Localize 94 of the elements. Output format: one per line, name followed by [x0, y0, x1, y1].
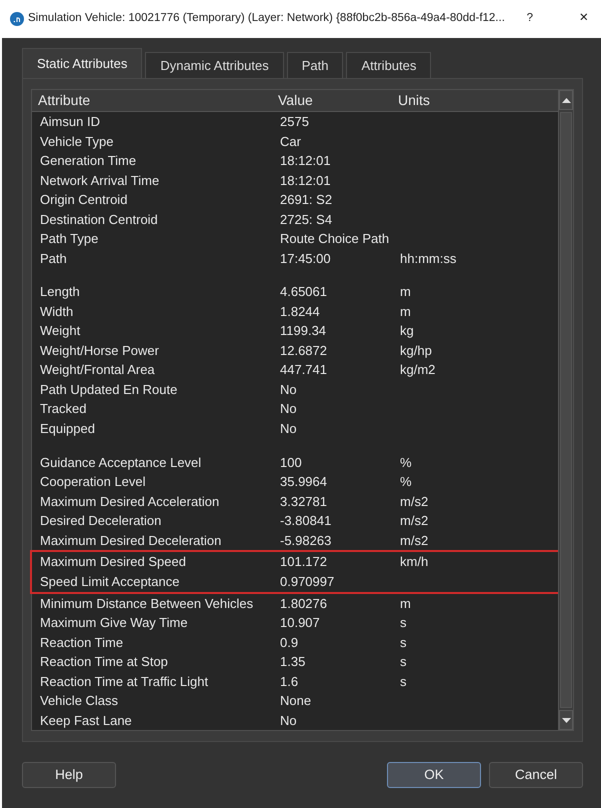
table-cell-text: 12.6872	[279, 342, 328, 360]
table-cell-text: kg/hp	[399, 342, 433, 360]
table-cell-text: Path	[39, 250, 68, 268]
table-cell-text: Reaction Time at Stop	[39, 653, 169, 671]
table-cell-text: 2725: S4	[279, 210, 334, 228]
table-cell-text: 18:12:01	[279, 152, 332, 170]
table-cell-text: Guidance Acceptance Level	[39, 454, 202, 472]
column-header[interactable]: Units	[392, 90, 558, 111]
table-cell-text: 1.6	[279, 672, 300, 690]
table-cell-text: km/h	[399, 553, 430, 572]
table-cell-text: Cooperation Level	[39, 473, 147, 492]
table-cell-text: hh:mm:ss	[399, 250, 458, 268]
table-cell-text: 101.172	[279, 553, 328, 572]
table-cell-text: Origin Centroid	[39, 191, 128, 209]
table-cell-text: s	[399, 653, 408, 671]
table-cell-text: 17:45:00	[279, 250, 332, 268]
tab[interactable]: Dynamic Attributes	[145, 52, 284, 78]
scroll-down-icon	[562, 718, 570, 722]
table-cell-text: kg	[399, 322, 415, 340]
table-cell-text: Reaction Time at Traffic Light	[39, 672, 210, 691]
table-cell-text: No	[279, 712, 298, 730]
table-cell-text: Weight	[39, 322, 82, 340]
table-cell-text: Length	[39, 283, 81, 302]
table-cell-text: 35.9964	[279, 473, 328, 492]
table-cell-text: No	[279, 400, 298, 418]
table-cell-text: Width	[39, 302, 74, 321]
table-cell-text: -3.80841	[279, 512, 332, 530]
table-cell-text: 3.32781	[279, 492, 328, 511]
table-cell-text: s	[399, 614, 408, 632]
table-cell-text: 1.80276	[279, 594, 328, 612]
table-cell-text: Vehicle Type	[39, 132, 114, 151]
table-cell-text: 2691: S2	[279, 191, 334, 209]
table-cell-text: 2575	[279, 113, 310, 131]
table-cell-text: kg/m2	[399, 361, 436, 380]
table-cell-text: Network Arrival Time	[39, 172, 160, 190]
tab[interactable]: Path	[286, 52, 344, 78]
table-cell-text: m	[399, 594, 412, 612]
table-cell-text: Vehicle Class	[39, 692, 120, 710]
table-cell-text: 0.970997	[279, 572, 336, 591]
table-cell-text: No	[279, 380, 298, 399]
table-cell-text: Maximum Desired Acceleration	[39, 492, 220, 511]
table-cell-text: -5.98263	[279, 532, 332, 550]
table-cell-text: 4.65061	[279, 283, 328, 302]
table-cell-text: Path Updated En Route	[39, 380, 178, 399]
table-cell-text: Weight/Horse Power	[39, 342, 160, 360]
table-cell-text: 447.741	[279, 361, 328, 380]
table-cell-text: Route Choice Path	[279, 230, 390, 248]
table-cell-text: s	[399, 672, 408, 690]
scrollbar[interactable]	[558, 90, 573, 730]
table-cell-text: 1.35	[279, 653, 306, 671]
table-cell-text: %	[399, 473, 413, 492]
table-cell-text: Maximum Give Way Time	[39, 614, 189, 632]
table-cell-text: Maximum Desired Deceleration	[39, 532, 222, 550]
dialog-button[interactable]: OK	[387, 762, 481, 788]
window-title: Simulation Vehicle: 10021776 (Temporary) (Layer: Network) {88f0bc2b-856a-49a4-80dd-f12...	[28, 11, 505, 26]
tab[interactable]: Attributes	[346, 52, 432, 78]
table-cell-text: 0.9	[279, 634, 300, 652]
column-header[interactable]: Value	[272, 90, 392, 111]
table-cell-text: m/s2	[399, 512, 430, 530]
scroll-up-icon	[562, 98, 570, 102]
table-cell-text: Maximum Desired Speed	[39, 553, 187, 572]
table-cell-text: 18:12:01	[279, 172, 332, 190]
column-header[interactable]: Attribute	[32, 90, 272, 111]
close-glyph[interactable]: ✕	[579, 10, 589, 28]
table-cell-text: s	[399, 634, 408, 652]
help-glyph[interactable]: ?	[526, 10, 533, 28]
dialog-button[interactable]: Cancel	[489, 762, 583, 788]
table-cell-text: 100	[279, 454, 303, 472]
table-cell-text: 1199.34	[279, 322, 328, 340]
tab[interactable]: Static Attributes	[22, 48, 142, 78]
table-cell-text: Speed Limit Acceptance	[39, 572, 180, 591]
table-cell-text: Generation Time	[39, 152, 138, 170]
table-cell-text: Equipped	[39, 420, 96, 438]
table-cell-text: Destination Centroid	[39, 210, 159, 228]
table-cell-text: Aimsun ID	[39, 113, 101, 131]
table-cell-text: None	[279, 692, 312, 710]
app-logo-icon	[10, 12, 24, 26]
table-cell-text: 1.8244	[279, 302, 321, 321]
table-cell-text: m	[399, 283, 412, 302]
table-cell-text: Weight/Frontal Area	[39, 361, 156, 380]
dialog-button[interactable]: Help	[22, 762, 116, 788]
table-cell-text: Keep Fast Lane	[39, 712, 133, 730]
table-cell-text: Reaction Time	[39, 634, 124, 652]
table-cell-text: Desired Deceleration	[39, 512, 162, 530]
table-cell-text: m	[399, 302, 412, 321]
table-cell-text: m/s2	[399, 492, 430, 511]
table-cell-text: Car	[279, 132, 302, 150]
table-cell-text: No	[279, 420, 298, 438]
table-cell-text: m/s2	[399, 532, 430, 550]
table-cell-text: Tracked	[39, 400, 88, 418]
table-cell-text: 10.907	[279, 614, 321, 632]
table-cell-text: Minimum Distance Between Vehicles	[39, 594, 254, 612]
table-cell-text: %	[399, 454, 413, 472]
table-cell-text: Path Type	[39, 230, 100, 248]
